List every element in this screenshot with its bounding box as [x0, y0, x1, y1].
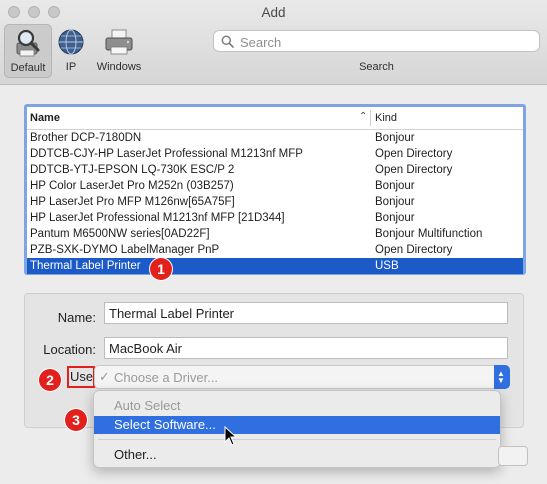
- magnifier-icon: [221, 35, 234, 48]
- window-title: Add: [261, 5, 286, 20]
- printer-name: Thermal Label Printer: [30, 260, 141, 272]
- printer-kind: Open Directory: [375, 244, 453, 256]
- globe-icon: [58, 29, 84, 55]
- location-label: Location:: [43, 342, 96, 357]
- toolbar-default-button[interactable]: Default: [4, 24, 52, 78]
- popup-arrows-icon[interactable]: ▲ ▼: [494, 365, 510, 389]
- annotation-badge-2: 2: [39, 369, 61, 391]
- search-input[interactable]: [238, 32, 537, 52]
- annotation-badge-1: 1: [150, 258, 172, 280]
- printer-kind: Bonjour Multifunction: [375, 228, 483, 240]
- printer-name: HP LaserJet Pro MFP M126nw[65A75F]: [30, 196, 235, 208]
- column-divider[interactable]: [370, 110, 371, 126]
- windows-printer-icon: [105, 29, 133, 55]
- printer-kind: Bonjour: [375, 212, 415, 224]
- printer-kind: Bonjour: [375, 180, 415, 192]
- checkmark-icon: ✓: [99, 369, 110, 384]
- printer-name: DDTCB-CJY-HP LaserJet Professional M1213…: [30, 148, 303, 160]
- column-header-kind[interactable]: Kind: [375, 112, 397, 124]
- printer-kind: Open Directory: [375, 164, 453, 176]
- name-label: Name:: [57, 310, 96, 325]
- printer-kind: Bonjour: [375, 196, 415, 208]
- menu-item-select-software[interactable]: Select Software...: [94, 416, 500, 434]
- search-label: Search: [359, 61, 394, 73]
- name-field[interactable]: [104, 302, 508, 324]
- printer-list[interactable]: Name ⌃ Kind Brother DCP-7180DN Bonjour DD…: [24, 104, 526, 275]
- printer-name: Pantum M6500NW series[0AD22F]: [30, 228, 210, 240]
- printer-kind: Open Directory: [375, 148, 453, 160]
- driver-select-value: Choose a Driver...: [114, 370, 219, 385]
- printer-row-selected[interactable]: Thermal Label Printer USB: [27, 258, 523, 274]
- toolbar-ip-button[interactable]: IP: [55, 24, 87, 78]
- printer-list-header: Name ⌃ Kind: [27, 107, 523, 130]
- menu-separator: [98, 439, 496, 440]
- printer-row[interactable]: Brother DCP-7180DN Bonjour: [27, 130, 523, 146]
- location-field[interactable]: [104, 337, 508, 359]
- toolbar-windows-label: Windows: [96, 61, 142, 73]
- annotation-badge-3: 3: [65, 409, 87, 431]
- printer-name: DDTCB-YTJ-EPSON LQ-730K ESC/P 2: [30, 164, 235, 176]
- add-button[interactable]: [498, 446, 528, 466]
- driver-menu: Auto Select Select Software... Other...: [93, 390, 501, 468]
- printer-row[interactable]: HP LaserJet Pro MFP M126nw[65A75F] Bonjou…: [27, 194, 523, 210]
- driver-select[interactable]: ✓ Choose a Driver... ▲ ▼: [94, 365, 510, 389]
- printer-row[interactable]: Pantum M6500NW series[0AD22F] Bonjour Mul…: [27, 226, 523, 242]
- printer-name: PZB-SXK-DYMO LabelManager PnP: [30, 244, 220, 256]
- toolbar-windows-button[interactable]: Windows: [92, 24, 146, 78]
- printer-kind: USB: [375, 260, 399, 272]
- search-field[interactable]: [213, 30, 540, 52]
- printer-name: HP LaserJet Professional M1213nf MFP [21…: [30, 212, 285, 224]
- sort-chevron-icon[interactable]: ⌃: [359, 111, 367, 122]
- window-toolbar: Add Default IP Windows Search Search: [0, 0, 547, 85]
- use-label: Use: [67, 366, 95, 388]
- toolbar-ip-label: IP: [65, 61, 77, 73]
- mouse-pointer-icon: [224, 426, 238, 446]
- printer-name: Brother DCP-7180DN: [30, 132, 142, 144]
- default-printer-icon: [16, 29, 40, 57]
- printer-row[interactable]: HP LaserJet Professional M1213nf MFP [21…: [27, 210, 523, 226]
- printer-row[interactable]: HP Color LaserJet Pro M252n (03B257) Bonj…: [27, 178, 523, 194]
- printer-kind: Bonjour: [375, 132, 415, 144]
- menu-item-other[interactable]: Other...: [94, 446, 500, 464]
- printer-row[interactable]: DDTCB-CJY-HP LaserJet Professional M1213…: [27, 146, 523, 162]
- column-header-name[interactable]: Name: [30, 112, 60, 124]
- printer-row[interactable]: PZB-SXK-DYMO LabelManager PnP Open Direct…: [27, 242, 523, 258]
- printer-row[interactable]: DDTCB-YTJ-EPSON LQ-730K ESC/P 2 Open Dire…: [27, 162, 523, 178]
- menu-item-auto-select: Auto Select: [114, 398, 181, 413]
- printer-name: HP Color LaserJet Pro M252n (03B257): [30, 180, 234, 192]
- toolbar-default-label: Default: [10, 62, 46, 74]
